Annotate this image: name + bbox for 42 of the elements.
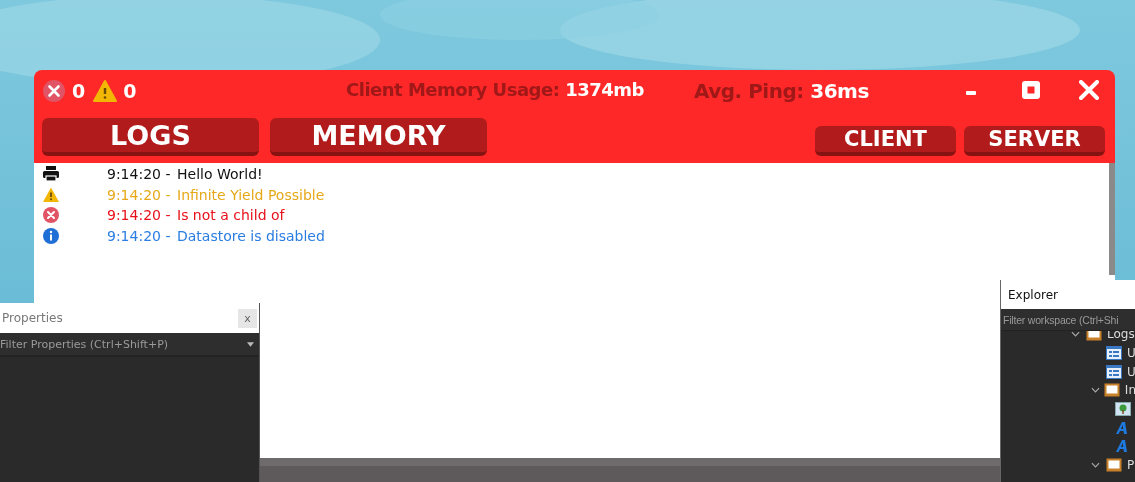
- expand-chevron-icon[interactable]: [1091, 387, 1100, 394]
- info-icon: [42, 226, 60, 245]
- warning-icon: [93, 79, 118, 103]
- average-ping: Avg. Ping: 36ms: [694, 79, 869, 103]
- log-message: Is not a child of: [177, 207, 285, 224]
- log-time: 9:14:20 -: [107, 227, 172, 244]
- frame-icon: [1106, 458, 1122, 473]
- error-icon: [42, 206, 60, 225]
- log-time: 9:14:20 -: [107, 207, 172, 224]
- log-time: 9:14:20 -: [107, 186, 172, 203]
- dropdown-caret-icon[interactable]: [247, 341, 254, 347]
- warning-icon: [42, 185, 60, 204]
- source-tab[interactable]: SERVER: [964, 126, 1105, 156]
- warning-count: 0: [123, 80, 137, 102]
- memory-usage: Client Memory Usage: 1374mb: [346, 79, 644, 100]
- log-message: Hello World!: [177, 166, 263, 183]
- expand-chevron-icon[interactable]: [1071, 331, 1080, 338]
- tree-item[interactable]: In: [1124, 383, 1135, 398]
- expand-chevron-icon[interactable]: [1091, 462, 1100, 469]
- tab[interactable]: MEMORY: [270, 118, 487, 156]
- error-count: 0: [72, 80, 86, 102]
- log-time: 9:14:20 -: [107, 166, 172, 183]
- error-icon: [42, 79, 66, 103]
- close-button[interactable]: x: [238, 308, 257, 328]
- textbox-icon: [1106, 364, 1122, 379]
- textbox-icon: [1106, 346, 1122, 361]
- tree-item[interactable]: U: [1127, 364, 1135, 379]
- close-icon[interactable]: [1079, 80, 1099, 100]
- scrollbar[interactable]: [1109, 163, 1115, 275]
- panel-title: Explorer: [1008, 287, 1058, 302]
- frame-icon: [1103, 383, 1120, 398]
- panel-title: Properties: [2, 311, 63, 325]
- tree-item[interactable]: P: [1127, 458, 1135, 473]
- image-icon: [1115, 402, 1131, 417]
- log-message: Infinite Yield Possible: [177, 186, 325, 203]
- tree-item[interactable]: Logs: [1107, 327, 1135, 342]
- log-message: Datastore is disabled: [177, 227, 325, 244]
- tree-item[interactable]: U: [1127, 346, 1135, 361]
- maximize-icon[interactable]: [1021, 80, 1041, 100]
- source-tab[interactable]: CLIENT: [815, 126, 956, 156]
- filter-field[interactable]: Filter workspace (Ctrl+Shi: [1003, 309, 1135, 330]
- tab[interactable]: LOGS: [42, 118, 259, 156]
